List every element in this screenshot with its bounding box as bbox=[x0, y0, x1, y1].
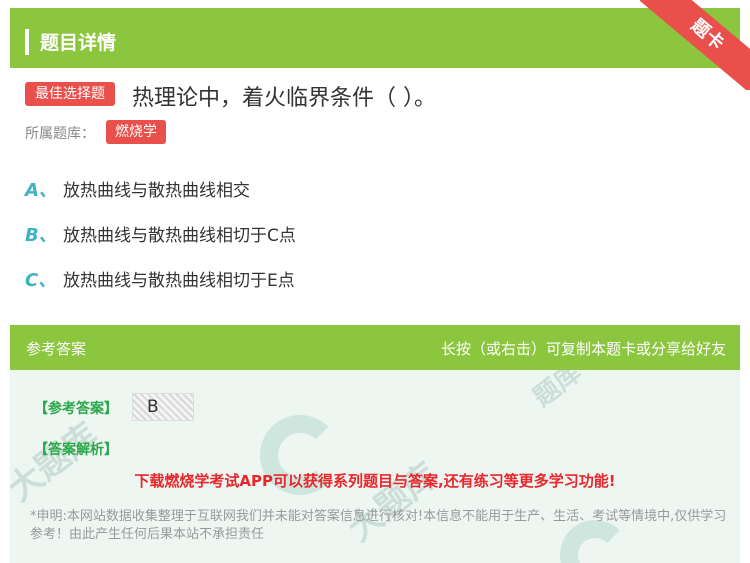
option-text: 放热曲线与散热曲线相切于E点 bbox=[63, 271, 295, 291]
question-text: 热理论中，着火临界条件（ ）。 bbox=[132, 86, 436, 111]
option-a[interactable]: A、 放热曲线与散热曲线相交 bbox=[25, 176, 250, 202]
option-letter: B、 bbox=[25, 225, 57, 246]
reference-answer-value: B bbox=[132, 393, 194, 421]
reference-answer-label: 【参考答案】 bbox=[34, 401, 118, 417]
option-b[interactable]: B、 放热曲线与散热曲线相切于C点 bbox=[25, 221, 296, 247]
watermark-text: 大题库 bbox=[10, 415, 106, 510]
detail-header: 题目详情 bbox=[10, 8, 740, 68]
question-type-tag: 最佳选择题 bbox=[25, 82, 115, 106]
answer-analysis-label: 【答案解析】 bbox=[34, 442, 118, 458]
answer-title: 参考答案 bbox=[26, 340, 87, 358]
corner-ribbon: 题卡 bbox=[640, 0, 750, 90]
app-promo-link[interactable]: 下载燃烧学考试APP可以获得系列题目与答案,还有练习等更多学习功能! bbox=[10, 470, 740, 491]
bank-label: 所属题库： bbox=[25, 126, 95, 142]
option-c[interactable]: C、 放热曲线与散热曲线相切于E点 bbox=[25, 266, 295, 292]
option-text: 放热曲线与散热曲线相切于C点 bbox=[63, 226, 296, 246]
option-letter: C、 bbox=[25, 270, 57, 291]
bank-tag[interactable]: 燃烧学 bbox=[106, 120, 166, 144]
answer-panel: 大题库 大题库 题库 参考答案 长按（或右击）可复制本题卡或分享给好友 【参考答… bbox=[10, 325, 740, 563]
answer-header: 参考答案 长按（或右击）可复制本题卡或分享给好友 bbox=[10, 325, 740, 370]
disclaimer-text: *申明:本网站数据收集整理于互联网我们并未能对答案信息进行核对!本信息不能用于生… bbox=[30, 509, 727, 542]
share-hint: 长按（或右击）可复制本题卡或分享给好友 bbox=[440, 340, 726, 358]
option-letter: A、 bbox=[25, 180, 57, 201]
header-accent-bar bbox=[25, 29, 29, 55]
header-title: 题目详情 bbox=[40, 32, 117, 54]
ribbon-label: 题卡 bbox=[640, 0, 750, 90]
option-text: 放热曲线与散热曲线相交 bbox=[63, 181, 250, 201]
